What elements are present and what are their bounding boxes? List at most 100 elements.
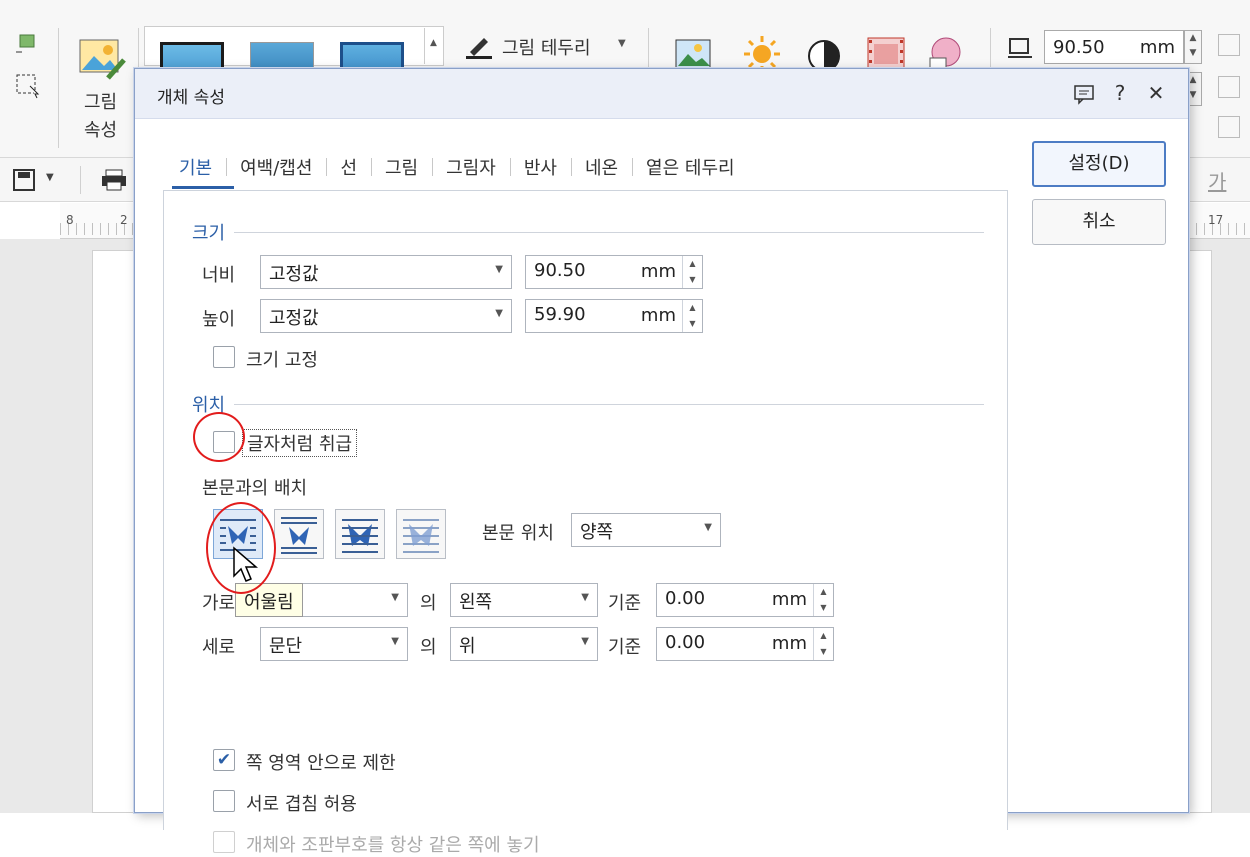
close-icon[interactable]: ✕ [1143, 80, 1169, 106]
gallery-scroll-up-icon[interactable]: ▲ [424, 28, 442, 64]
horizontal-offset-value: 0.00 [665, 588, 706, 609]
width-value-input[interactable]: 90.50 mm ▲ ▼ [525, 255, 703, 289]
base-label: 기준 [608, 593, 642, 614]
chevron-down-icon[interactable]: ▼ [618, 38, 626, 49]
horizontal-align-select[interactable]: 왼쪽 ▼ [450, 583, 598, 617]
chevron-down-icon: ▼ [495, 264, 503, 275]
same-page-label: 개체와 조판부호를 항상 같은 쪽에 놓기 [246, 835, 540, 856]
send-backward-icon[interactable] [1218, 76, 1240, 98]
limit-to-page-checkbox[interactable]: ✔ [213, 749, 235, 771]
width-spinner[interactable]: ▲ ▼ [682, 256, 702, 288]
width-mode-select[interactable]: 고정값 ▼ [260, 255, 512, 289]
section-divider [234, 404, 984, 405]
horizontal-offset-input[interactable]: 0.00 mm ▲ ▼ [656, 583, 834, 617]
bring-forward-icon[interactable] [1218, 34, 1240, 56]
wrap-in-front-button[interactable] [396, 509, 446, 559]
tab-neon[interactable]: 네온 [570, 154, 632, 180]
wrap-behind-text-button[interactable] [335, 509, 385, 559]
vertical-relative-select[interactable]: 문단 ▼ [260, 627, 408, 661]
text-position-label: 본문 위치 [482, 523, 554, 544]
annotation-circle [193, 412, 245, 462]
picture-properties-icon[interactable] [78, 38, 126, 82]
tab-soft-edge[interactable]: 옅은 테두리 [632, 154, 749, 180]
size-lock-checkbox[interactable] [213, 346, 235, 368]
basic-tab-panel: 크기 너비 고정값 ▼ 90.50 mm ▲ ▼ 높이 고정값 ▼ 59.90 m… [163, 190, 1008, 856]
horizontal-label: 가로 [202, 593, 236, 614]
toolbar-width-input[interactable]: 90.50 mm [1044, 30, 1184, 64]
active-tab-indicator [172, 186, 234, 189]
vertical-offset-input[interactable]: 0.00 mm ▲ ▼ [656, 627, 834, 661]
tab-shadow[interactable]: 그림자 [432, 154, 510, 180]
vertical-align-value: 위 [459, 636, 476, 657]
text-position-value: 양쪽 [580, 522, 614, 543]
size-lock-label[interactable]: 크기 고정 [246, 346, 318, 372]
font-char-button[interactable]: 가 [1208, 166, 1226, 195]
tab-margin-caption[interactable]: 여백/캡션 [226, 154, 326, 180]
height-spinner[interactable]: ▲ ▼ [682, 300, 702, 332]
comment-icon[interactable] [1071, 80, 1097, 106]
confirm-button[interactable]: 설정(D) [1032, 141, 1166, 187]
allow-overlap-checkbox[interactable] [213, 790, 235, 812]
pen-border-icon[interactable] [464, 34, 494, 60]
height-unit: mm [640, 305, 676, 326]
ruler-mark: 8 [66, 213, 74, 227]
chevron-down-icon: ▼ [391, 592, 399, 603]
vertical-offset-unit: mm [771, 633, 807, 654]
width-unit: mm [640, 261, 676, 282]
select-object-icon[interactable] [14, 32, 42, 58]
vertical-offset-spinner[interactable]: ▲ ▼ [813, 628, 833, 660]
size-section-header: 크기 [192, 223, 226, 244]
chevron-down-icon: ▼ [581, 592, 589, 603]
width-label: 너비 [202, 265, 236, 286]
vertical-align-select[interactable]: 위 ▼ [450, 627, 598, 661]
chevron-down-icon: ▼ [391, 636, 399, 647]
cancel-button[interactable]: 취소 [1032, 199, 1166, 245]
height-mode-value: 고정값 [269, 308, 319, 329]
chevron-down-icon: ▼ [704, 522, 712, 533]
ruler-mark: 2 [120, 213, 128, 227]
of-label: 의 [420, 637, 437, 658]
lasso-select-icon[interactable] [14, 72, 42, 100]
ruler-mark: 17 [1208, 213, 1224, 227]
height-value-input[interactable]: 59.90 mm ▲ ▼ [525, 299, 703, 333]
base-label: 기준 [608, 637, 642, 658]
picture-properties-label-1[interactable]: 그림 [84, 88, 117, 114]
allow-overlap-label[interactable]: 서로 겹침 허용 [246, 790, 357, 816]
annotation-circle [206, 502, 276, 594]
toolbar-width-spinner[interactable]: ▲ ▼ [1184, 30, 1202, 64]
vertical-relative-value: 문단 [269, 636, 303, 657]
chevron-down-icon: ▼ [495, 308, 503, 319]
width-mode-value: 고정값 [269, 264, 319, 285]
vertical-label: 세로 [202, 637, 236, 658]
tab-basic[interactable]: 기본 [165, 154, 226, 180]
picture-effect-icon[interactable] [674, 38, 714, 72]
toolbar-width-unit: mm [1139, 36, 1175, 58]
object-properties-dialog: 개체 속성 ? ✕ 기본 여백/캡션 선 그림 그림자 반사 네온 옅은 테두리… [134, 68, 1189, 856]
text-position-select[interactable]: 양쪽 ▼ [571, 513, 721, 547]
height-label: 높이 [202, 309, 236, 330]
tab-picture[interactable]: 그림 [371, 154, 432, 180]
wrap-top-bottom-button[interactable] [274, 509, 324, 559]
picture-properties-label-2[interactable]: 속성 [84, 116, 117, 142]
tab-line[interactable]: 선 [326, 154, 371, 180]
limit-to-page-label[interactable]: 쪽 영역 안으로 제한 [246, 749, 396, 775]
print-icon[interactable] [100, 168, 128, 192]
dialog-title: 개체 속성 [157, 88, 225, 108]
height-mode-select[interactable]: 고정값 ▼ [260, 299, 512, 333]
save-dropdown-icon[interactable]: ▼ [46, 172, 54, 183]
vertical-offset-value: 0.00 [665, 632, 706, 653]
width-value: 90.50 [534, 260, 586, 281]
horizontal-align-value: 왼쪽 [459, 592, 493, 613]
align-icon[interactable] [1218, 116, 1240, 138]
picture-border-label[interactable]: 그림 테두리 [502, 34, 591, 60]
tab-bar: 기본 여백/캡션 선 그림 그림자 반사 네온 옅은 테두리 [165, 147, 749, 187]
section-divider [234, 232, 984, 233]
tab-reflection[interactable]: 반사 [509, 154, 571, 180]
width-icon [1006, 36, 1034, 60]
horizontal-offset-spinner[interactable]: ▲ ▼ [813, 584, 833, 616]
dialog-titlebar[interactable]: 개체 속성 ? ✕ [135, 69, 1188, 119]
treat-as-char-label[interactable]: 글자처럼 취급 [242, 429, 358, 457]
help-icon[interactable]: ? [1107, 80, 1133, 106]
save-icon[interactable] [12, 168, 36, 192]
text-wrap-label: 본문과의 배치 [202, 478, 308, 499]
